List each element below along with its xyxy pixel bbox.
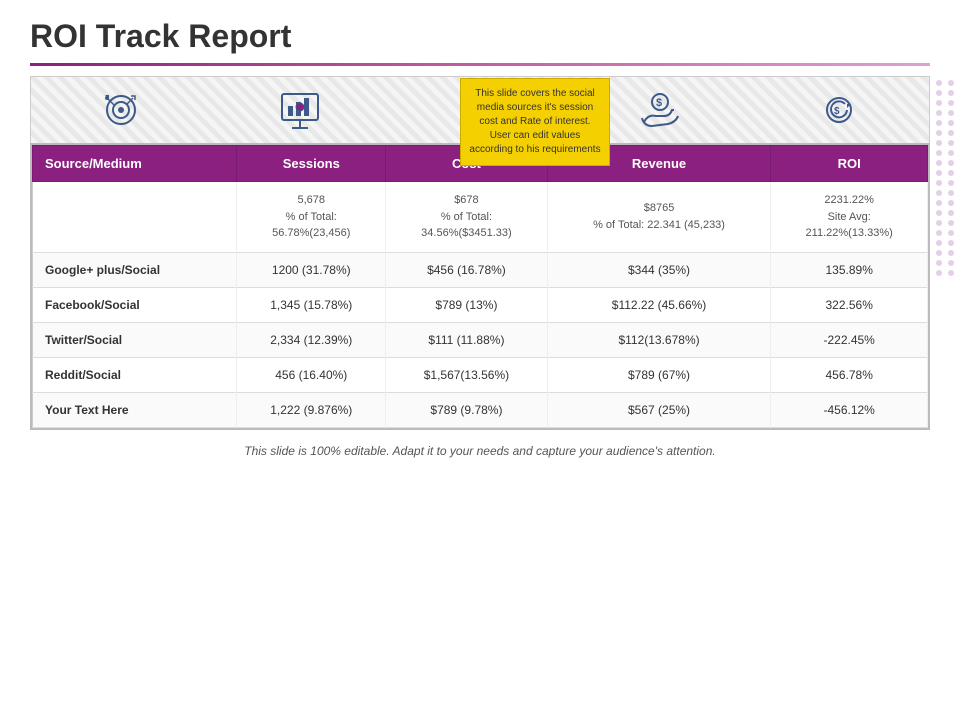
row-sessions: 2,334 (12.39%) — [237, 322, 386, 357]
row-revenue: $789 (67%) — [547, 357, 771, 392]
summary-roi: 2231.22% Site Avg: 211.22%(13.33%) — [771, 182, 928, 253]
target-icon — [97, 90, 145, 130]
row-revenue: $344 (35%) — [547, 252, 771, 287]
row-cost: $1,567(13.56%) — [386, 357, 548, 392]
summary-row: 5,678 % of Total: 56.78%(23,456) $678 % … — [33, 182, 928, 253]
row-source: Google+ plus/Social — [33, 252, 237, 287]
row-sessions: 456 (16.40%) — [237, 357, 386, 392]
table-row: Your Text Here 1,222 (9.876%) $789 (9.78… — [33, 392, 928, 427]
row-revenue: $567 (25%) — [547, 392, 771, 427]
table-row: Reddit/Social 456 (16.40%) $1,567(13.56%… — [33, 357, 928, 392]
hand-icon: $ — [636, 90, 684, 130]
tooltip-text: This slide covers the social media sourc… — [469, 88, 600, 155]
summary-revenue: $8765 % of Total: 22.341 (45,233) — [547, 182, 771, 253]
data-table: Source/Medium Sessions Cost Revenue ROI … — [32, 145, 928, 428]
table-row: Google+ plus/Social 1200 (31.78%) $456 (… — [33, 252, 928, 287]
row-roi: 322.56% — [771, 287, 928, 322]
main-content: This slide covers the social media sourc… — [30, 76, 930, 458]
row-cost: $456 (16.78%) — [386, 252, 548, 287]
tooltip-box: This slide covers the social media sourc… — [460, 78, 610, 166]
row-source: Twitter/Social — [33, 322, 237, 357]
row-revenue: $112.22 (45.66%) — [547, 287, 771, 322]
table-wrapper: Source/Medium Sessions Cost Revenue ROI … — [30, 143, 930, 430]
col-header-sessions: Sessions — [237, 146, 386, 182]
row-roi: -222.45% — [771, 322, 928, 357]
row-cost: $111 (11.88%) — [386, 322, 548, 357]
row-roi: 456.78% — [771, 357, 928, 392]
row-revenue: $112(13.678%) — [547, 322, 771, 357]
chart-icon-cell — [270, 85, 330, 135]
row-cost: $789 (13%) — [386, 287, 548, 322]
chart-icon — [278, 90, 322, 130]
row-cost: $789 (9.78%) — [386, 392, 548, 427]
col-header-source: Source/Medium — [33, 146, 237, 182]
row-sessions: 1,222 (9.876%) — [237, 392, 386, 427]
row-roi: 135.89% — [771, 252, 928, 287]
table-row: Twitter/Social 2,334 (12.39%) $111 (11.8… — [33, 322, 928, 357]
refresh-coin-icon-cell: $ — [809, 85, 869, 135]
row-source: Facebook/Social — [33, 287, 237, 322]
row-sessions: 1,345 (15.78%) — [237, 287, 386, 322]
row-source: Your Text Here — [33, 392, 237, 427]
svg-text:$: $ — [656, 97, 662, 109]
roi-icon: $ — [817, 90, 861, 130]
target-icon-cell — [91, 85, 151, 135]
page-title: ROI Track Report — [0, 0, 960, 63]
summary-sessions: 5,678 % of Total: 56.78%(23,456) — [237, 182, 386, 253]
top-divider — [30, 63, 930, 66]
table-row: Facebook/Social 1,345 (15.78%) $789 (13%… — [33, 287, 928, 322]
svg-text:$: $ — [834, 106, 840, 117]
summary-cost: $678 % of Total: 34.56%($3451.33) — [386, 182, 548, 253]
row-roi: -456.12% — [771, 392, 928, 427]
footer-text: This slide is 100% editable. Adapt it to… — [30, 444, 930, 458]
hand-coin-icon-cell: $ — [630, 85, 690, 135]
row-sessions: 1200 (31.78%) — [237, 252, 386, 287]
col-header-roi: ROI — [771, 146, 928, 182]
row-source: Reddit/Social — [33, 357, 237, 392]
summary-source — [33, 182, 237, 253]
